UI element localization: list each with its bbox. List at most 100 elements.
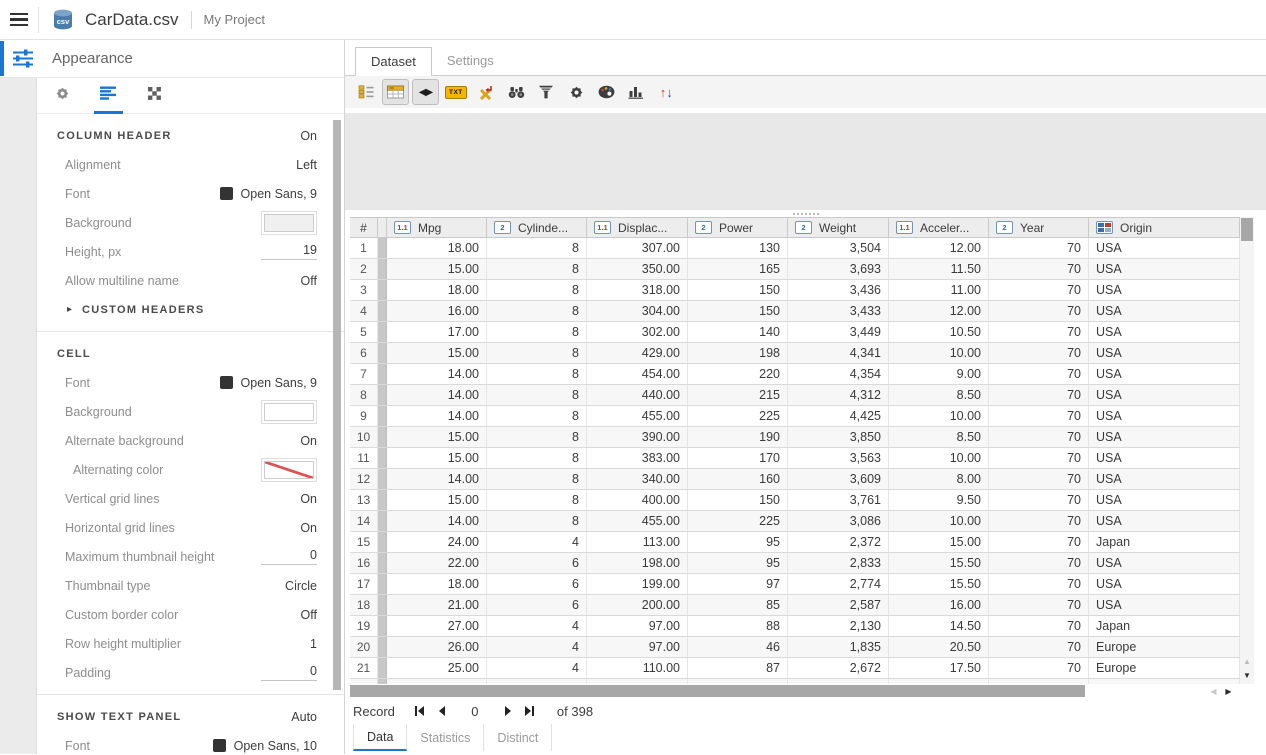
cell[interactable]: 429.00 bbox=[587, 343, 688, 363]
cell[interactable]: 440.00 bbox=[587, 385, 688, 405]
setting-value[interactable]: On bbox=[300, 521, 317, 535]
row-handle[interactable] bbox=[378, 658, 387, 678]
cell[interactable]: 170 bbox=[688, 448, 788, 468]
table-row[interactable]: 416.008304.001503,43312.0070USA bbox=[350, 301, 1240, 322]
tab-dataset[interactable]: Dataset bbox=[355, 47, 432, 76]
cell[interactable]: 3,086 bbox=[788, 511, 889, 531]
find-button[interactable] bbox=[503, 79, 530, 105]
cell[interactable]: 215 bbox=[688, 385, 788, 405]
row-number-cell[interactable]: 11 bbox=[350, 448, 378, 468]
cell[interactable]: 14.00 bbox=[387, 511, 487, 531]
cell[interactable]: 4,425 bbox=[788, 406, 889, 426]
cell[interactable]: 18.00 bbox=[387, 238, 487, 258]
cell[interactable]: 15.00 bbox=[889, 532, 989, 552]
cell[interactable]: 70 bbox=[989, 406, 1089, 426]
cell[interactable]: 140 bbox=[688, 322, 788, 342]
cell[interactable]: 8 bbox=[487, 259, 587, 279]
cell[interactable]: 8 bbox=[487, 490, 587, 510]
cell[interactable]: 70 bbox=[989, 658, 1089, 678]
tab-data[interactable]: Data bbox=[353, 724, 407, 751]
cell[interactable]: 12.00 bbox=[889, 238, 989, 258]
prev-record-button[interactable] bbox=[431, 705, 453, 717]
panel-tab-appearance-tab[interactable] bbox=[98, 78, 119, 114]
cell[interactable]: 70 bbox=[989, 595, 1089, 615]
table-row[interactable]: 615.008429.001984,34110.0070USA bbox=[350, 343, 1240, 364]
cell[interactable]: USA bbox=[1089, 406, 1240, 426]
row-handle[interactable] bbox=[378, 259, 387, 279]
table-row[interactable]: 1927.00497.00882,13014.5070Japan bbox=[350, 616, 1240, 637]
cell[interactable]: 383.00 bbox=[587, 448, 688, 468]
panel-scrollbar[interactable] bbox=[333, 120, 341, 690]
cell[interactable]: 340.00 bbox=[587, 469, 688, 489]
cell[interactable]: 8 bbox=[487, 238, 587, 258]
cell[interactable]: 70 bbox=[989, 385, 1089, 405]
table-row[interactable]: 814.008440.002154,3128.5070USA bbox=[350, 385, 1240, 406]
row-number-cell[interactable]: 17 bbox=[350, 574, 378, 594]
cell[interactable]: 302.00 bbox=[587, 322, 688, 342]
cell[interactable]: 15.00 bbox=[387, 343, 487, 363]
cell[interactable]: 198 bbox=[688, 343, 788, 363]
cell[interactable]: 70 bbox=[989, 469, 1089, 489]
section-header[interactable]: COLUMN HEADEROn bbox=[37, 121, 344, 150]
cell[interactable]: 304.00 bbox=[587, 301, 688, 321]
cell[interactable]: USA bbox=[1089, 574, 1240, 594]
cell[interactable]: 4,312 bbox=[788, 385, 889, 405]
hscroll-thumb[interactable] bbox=[350, 685, 1085, 697]
cell[interactable]: USA bbox=[1089, 238, 1240, 258]
row-handle[interactable] bbox=[378, 616, 387, 636]
font-value[interactable]: Open Sans, 9 bbox=[220, 376, 317, 390]
cell[interactable]: 14.00 bbox=[387, 364, 487, 384]
row-handle[interactable] bbox=[378, 490, 387, 510]
column-header-weight[interactable]: 2Weight bbox=[788, 218, 889, 237]
cell[interactable]: 17.50 bbox=[889, 658, 989, 678]
cell[interactable]: 95 bbox=[688, 553, 788, 573]
row-handle[interactable] bbox=[378, 343, 387, 363]
cell[interactable]: 150 bbox=[688, 280, 788, 300]
cell[interactable]: 190 bbox=[688, 427, 788, 447]
sort-button[interactable]: ↑↓ bbox=[653, 79, 680, 105]
cell[interactable]: 4 bbox=[487, 616, 587, 636]
autofit-button[interactable] bbox=[473, 79, 500, 105]
row-handle[interactable] bbox=[378, 364, 387, 384]
cell[interactable]: 97.00 bbox=[587, 616, 688, 636]
row-number-cell[interactable]: 15 bbox=[350, 532, 378, 552]
cell[interactable]: Japan bbox=[1089, 616, 1240, 636]
cell[interactable]: 8 bbox=[487, 322, 587, 342]
horizontal-scrollbar[interactable]: ◀ ▶ bbox=[350, 684, 1254, 698]
cell[interactable]: 10.00 bbox=[889, 406, 989, 426]
section-toggle-value[interactable]: Auto bbox=[291, 710, 317, 724]
cell[interactable]: 307.00 bbox=[587, 238, 688, 258]
column-header-mpg[interactable]: 1.1Mpg bbox=[387, 218, 487, 237]
table-row[interactable]: 215.008350.001653,69311.5070USA bbox=[350, 259, 1240, 280]
cell[interactable]: 4 bbox=[487, 532, 587, 552]
row-handle[interactable] bbox=[378, 511, 387, 531]
cell[interactable]: 6 bbox=[487, 595, 587, 615]
font-value[interactable]: Open Sans, 9 bbox=[220, 187, 317, 201]
cell[interactable]: 2,587 bbox=[788, 595, 889, 615]
cell[interactable]: 165 bbox=[688, 259, 788, 279]
cell[interactable]: USA bbox=[1089, 280, 1240, 300]
row-handle[interactable] bbox=[378, 280, 387, 300]
cell[interactable]: 200.00 bbox=[587, 595, 688, 615]
cell[interactable]: 14.50 bbox=[889, 616, 989, 636]
chart-button[interactable] bbox=[623, 79, 650, 105]
show-header-button[interactable] bbox=[382, 79, 409, 105]
custom-headers-group[interactable]: ▸CUSTOM HEADERS bbox=[37, 295, 344, 324]
row-handle[interactable] bbox=[378, 532, 387, 552]
row-handle[interactable] bbox=[378, 595, 387, 615]
row-number-cell[interactable]: 20 bbox=[350, 637, 378, 657]
cell[interactable]: 18.00 bbox=[387, 280, 487, 300]
row-number-cell[interactable]: 21 bbox=[350, 658, 378, 678]
cell[interactable]: 70 bbox=[989, 574, 1089, 594]
column-header-acceler[interactable]: 1.1Acceler... bbox=[889, 218, 989, 237]
colors-button[interactable] bbox=[593, 79, 620, 105]
fit-width-button[interactable]: ◀▶ bbox=[412, 79, 439, 105]
cell[interactable]: 110.00 bbox=[587, 658, 688, 678]
table-row[interactable]: 714.008454.002204,3549.0070USA bbox=[350, 364, 1240, 385]
cell[interactable]: 160 bbox=[688, 469, 788, 489]
cell[interactable]: 70 bbox=[989, 259, 1089, 279]
table-row[interactable]: 118.008307.001303,50412.0070USA bbox=[350, 238, 1240, 259]
cell[interactable]: 97.00 bbox=[587, 637, 688, 657]
row-number-cell[interactable]: 10 bbox=[350, 427, 378, 447]
menu-button[interactable] bbox=[0, 0, 38, 40]
